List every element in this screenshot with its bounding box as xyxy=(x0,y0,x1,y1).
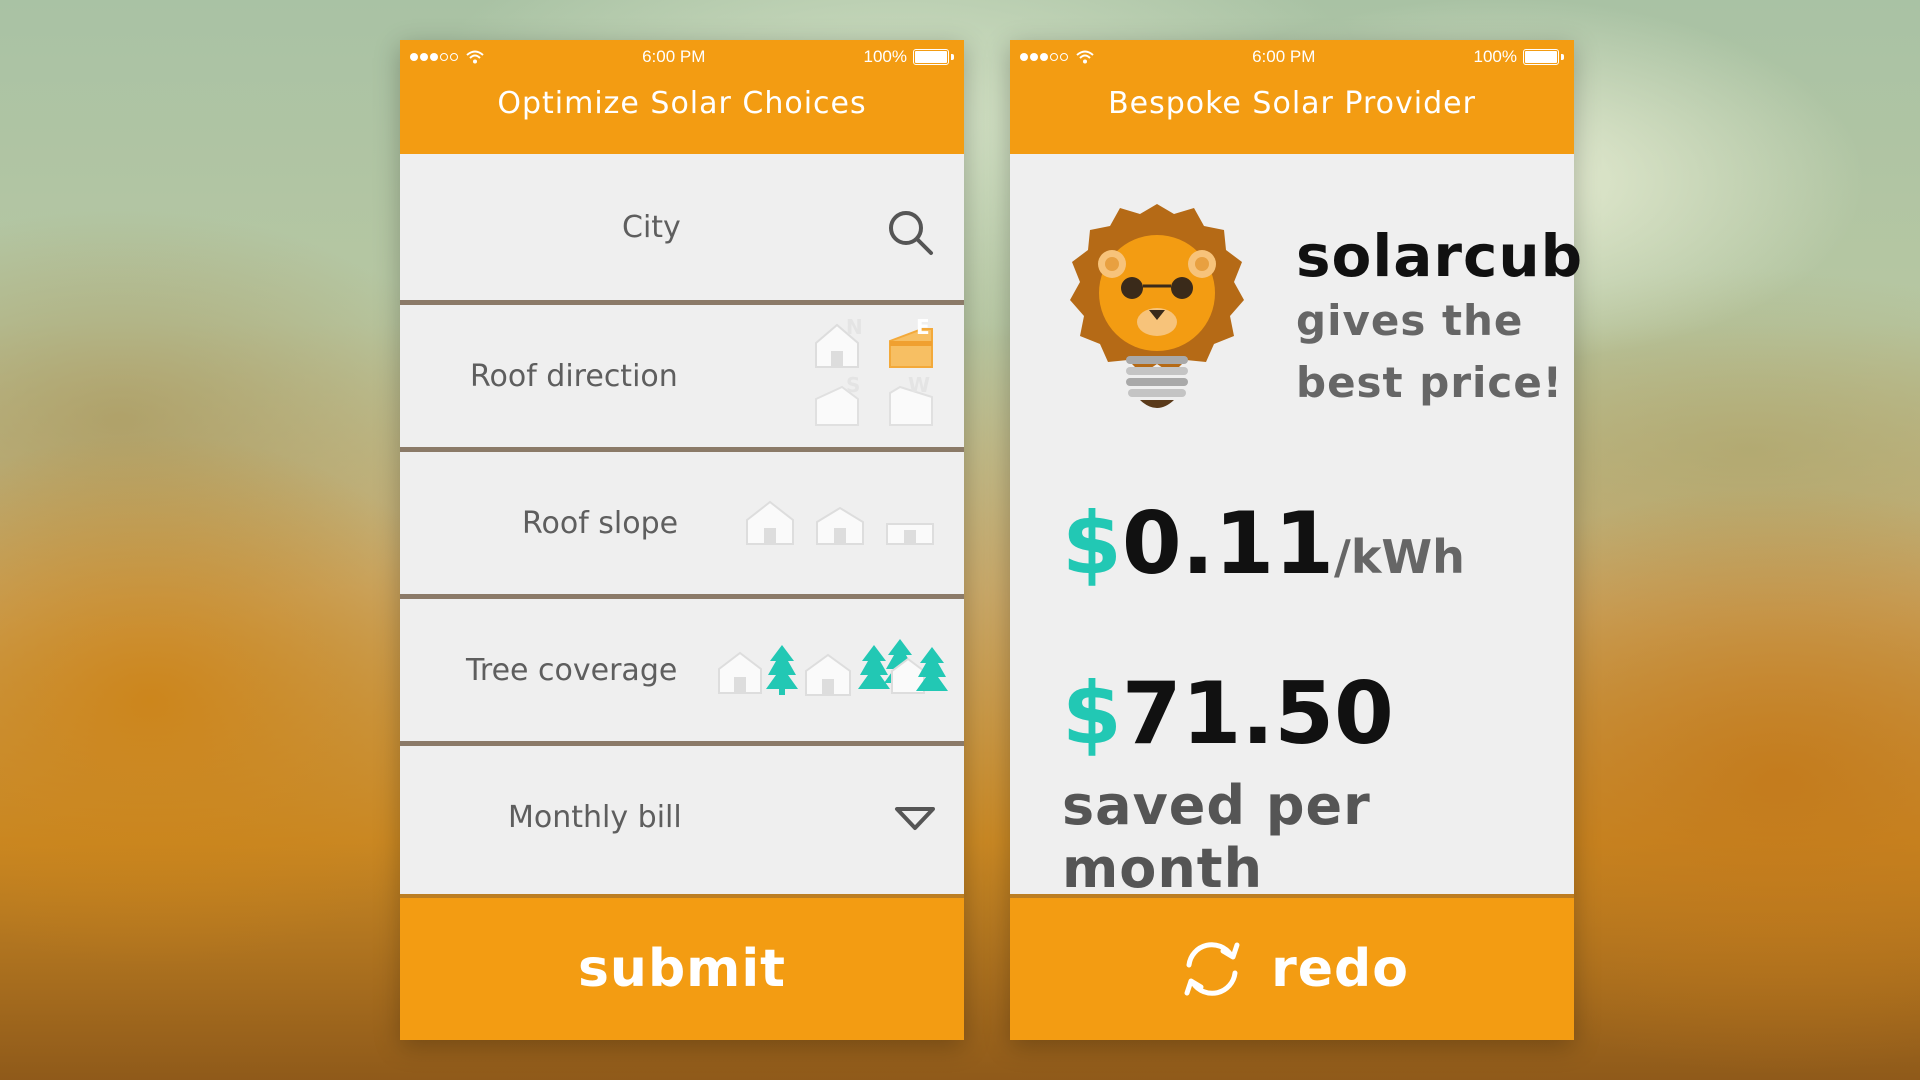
dropdown-triangle-icon[interactable] xyxy=(894,806,936,832)
roof-slope-label: Roof slope xyxy=(522,505,679,541)
savings-value: 71.50 xyxy=(1121,664,1394,764)
savings-currency: $ xyxy=(1062,664,1122,764)
provider-tagline-1: gives the xyxy=(1296,296,1524,345)
direction-letter-w: W xyxy=(908,373,931,397)
roof-slope-steep-icon[interactable] xyxy=(744,498,796,546)
solar-choices-screen: 6:00 PM 100% Optimize Solar Choices City… xyxy=(400,40,964,1040)
savings-display: $71.50 xyxy=(1062,664,1394,764)
submit-button[interactable]: submit xyxy=(400,898,964,1040)
rate-display: $0.11/kWh xyxy=(1062,494,1465,594)
status-bar: 6:00 PM 100% xyxy=(1010,40,1574,74)
wifi-icon xyxy=(466,50,484,64)
roof-slope-flat-icon[interactable] xyxy=(884,498,936,546)
header: 6:00 PM 100% Optimize Solar Choices xyxy=(400,40,964,154)
redo-label: redo xyxy=(1271,939,1409,999)
direction-option-s[interactable]: S xyxy=(812,373,868,429)
battery-percent: 100% xyxy=(1473,47,1517,66)
tree-coverage-label: Tree coverage xyxy=(466,652,678,688)
signal-dots-icon xyxy=(1020,53,1068,61)
direction-option-e[interactable]: E xyxy=(886,315,942,371)
roof-slope-medium-icon[interactable] xyxy=(814,498,866,546)
page-title: Bespoke Solar Provider xyxy=(1108,86,1476,121)
roof-direction-label: Roof direction xyxy=(470,358,678,394)
roof-direction-field: Roof direction N E S W xyxy=(400,305,964,452)
form-panel: City Roof direction N E S W Roof slope T… xyxy=(400,154,964,894)
direction-letter-e: E xyxy=(916,315,930,339)
battery-icon xyxy=(1522,49,1559,65)
provider-info: solarcub gives the best price! xyxy=(1296,222,1583,414)
refresh-icon xyxy=(1184,942,1240,996)
status-bar: 6:00 PM 100% xyxy=(400,40,964,74)
tree-coverage-none-icon[interactable] xyxy=(716,647,764,695)
lion-bulb-logo xyxy=(1070,204,1244,408)
direction-letter-n: N xyxy=(846,315,863,339)
city-label: City xyxy=(622,209,681,245)
page-title: Optimize Solar Choices xyxy=(497,86,867,121)
tree-coverage-field: Tree coverage xyxy=(400,599,964,746)
city-field[interactable]: City xyxy=(400,154,964,305)
monthly-bill-label: Monthly bill xyxy=(508,799,682,835)
tree-coverage-partial-icon[interactable] xyxy=(766,643,856,697)
monthly-bill-field[interactable]: Monthly bill xyxy=(400,746,964,888)
submit-label: submit xyxy=(577,939,787,999)
provider-tagline-2: best price! xyxy=(1296,358,1563,407)
roof-slope-field: Roof slope xyxy=(400,452,964,599)
search-icon[interactable] xyxy=(886,208,936,258)
direction-option-n[interactable]: N xyxy=(812,315,868,371)
rate-unit: /kWh xyxy=(1334,530,1465,584)
tree-coverage-full-icon[interactable] xyxy=(856,637,952,697)
result-panel: solarcub gives the best price! $0.11/kWh… xyxy=(1010,154,1582,900)
wifi-icon xyxy=(1076,50,1094,64)
solar-provider-screen: 6:00 PM 100% Bespoke Solar Provider sola… xyxy=(1010,40,1582,1040)
status-time: 6:00 PM xyxy=(642,47,706,66)
battery-percent: 100% xyxy=(863,47,907,66)
rate-currency: $ xyxy=(1062,494,1122,594)
header: 6:00 PM 100% Bespoke Solar Provider xyxy=(1010,40,1574,154)
savings-label: saved per month xyxy=(1062,774,1371,900)
direction-letter-s: S xyxy=(846,373,861,397)
battery-icon xyxy=(912,49,949,65)
status-time: 6:00 PM xyxy=(1252,47,1316,66)
redo-button[interactable]: redo xyxy=(1010,898,1574,1040)
signal-dots-icon xyxy=(410,53,458,61)
rate-value: 0.11 xyxy=(1121,494,1335,594)
provider-name: solarcub xyxy=(1296,222,1584,290)
direction-option-w[interactable]: W xyxy=(886,373,942,429)
